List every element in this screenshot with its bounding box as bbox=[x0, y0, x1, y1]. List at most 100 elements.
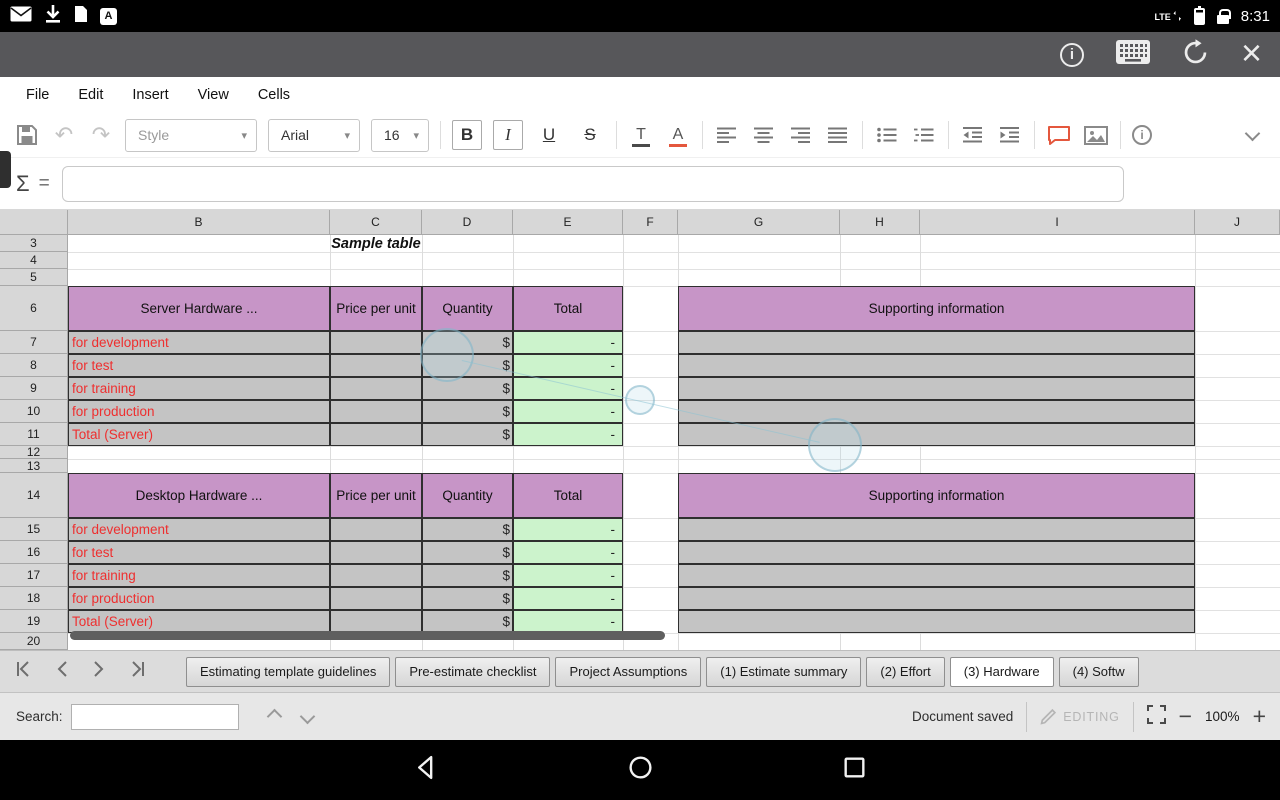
sheet-tab-estimate-summary[interactable]: (1) Estimate summary bbox=[706, 657, 861, 687]
cell-supporting[interactable] bbox=[678, 331, 1195, 354]
undo-button[interactable]: ↶ bbox=[51, 119, 77, 151]
cell-supporting[interactable] bbox=[678, 587, 1195, 610]
row-header-3[interactable]: 3 bbox=[0, 235, 68, 252]
cell-quantity-header[interactable]: Quantity bbox=[422, 473, 513, 518]
editing-mode-indicator[interactable]: EDITING bbox=[1040, 708, 1119, 725]
row-header-15[interactable]: 15 bbox=[0, 518, 68, 541]
menu-view[interactable]: View bbox=[198, 87, 229, 103]
cell-total[interactable]: - bbox=[513, 423, 623, 446]
cell-price[interactable] bbox=[330, 354, 422, 377]
row-header-9[interactable]: 9 bbox=[0, 377, 68, 400]
align-left-icon[interactable] bbox=[714, 119, 740, 151]
row-header-8[interactable]: 8 bbox=[0, 354, 68, 377]
column-header-C[interactable]: C bbox=[330, 210, 422, 235]
row-header-7[interactable]: 7 bbox=[0, 331, 68, 354]
cell-quantity[interactable]: $ bbox=[422, 518, 513, 541]
row-header-11[interactable]: 11 bbox=[0, 423, 68, 446]
cell-price[interactable] bbox=[330, 423, 422, 446]
bold-button[interactable]: B bbox=[452, 120, 482, 150]
toolbar-expand-button[interactable] bbox=[1247, 126, 1258, 144]
cell-row-label[interactable]: for test bbox=[68, 354, 330, 377]
back-button[interactable] bbox=[413, 754, 440, 786]
sheet-tab-assumptions[interactable]: Project Assumptions bbox=[555, 657, 701, 687]
formula-input[interactable] bbox=[62, 166, 1124, 202]
cell-price-per-unit-header[interactable]: Price per unit bbox=[330, 473, 422, 518]
cell-price[interactable] bbox=[330, 377, 422, 400]
cell-row-label[interactable]: for development bbox=[68, 518, 330, 541]
cell-supporting[interactable] bbox=[678, 564, 1195, 587]
align-right-icon[interactable] bbox=[788, 119, 814, 151]
cell-supporting[interactable] bbox=[678, 400, 1195, 423]
align-justify-icon[interactable] bbox=[825, 119, 851, 151]
row-header-14[interactable]: 14 bbox=[0, 473, 68, 518]
redo-button[interactable]: ↷ bbox=[88, 119, 114, 151]
column-header-D[interactable]: D bbox=[422, 210, 513, 235]
cell-price[interactable] bbox=[330, 518, 422, 541]
cell-price[interactable] bbox=[330, 564, 422, 587]
grid-corner-cell[interactable] bbox=[0, 210, 68, 235]
cell-row-label[interactable]: Total (Server) bbox=[68, 423, 330, 446]
horizontal-scrollbar[interactable] bbox=[70, 631, 665, 640]
cell-supporting[interactable] bbox=[678, 541, 1195, 564]
column-header-I[interactable]: I bbox=[920, 210, 1195, 235]
sigma-icon[interactable]: Σ bbox=[16, 171, 30, 197]
cell-sample-table-title[interactable]: Sample table bbox=[330, 235, 422, 252]
cell-row-label[interactable]: for test bbox=[68, 541, 330, 564]
sheet-tab-checklist[interactable]: Pre-estimate checklist bbox=[395, 657, 550, 687]
save-button[interactable] bbox=[14, 119, 40, 151]
menu-edit[interactable]: Edit bbox=[78, 87, 103, 103]
info-icon[interactable]: i bbox=[1132, 125, 1152, 145]
row-header-13[interactable]: 13 bbox=[0, 459, 68, 473]
row-header-12[interactable]: 12 bbox=[0, 446, 68, 459]
highlight-color-button[interactable]: A bbox=[665, 121, 691, 149]
cell-quantity[interactable]: $ bbox=[422, 377, 513, 400]
cell-price-per-unit-header[interactable]: Price per unit bbox=[330, 286, 422, 331]
previous-sheet-button[interactable] bbox=[55, 660, 69, 683]
underline-button[interactable]: U bbox=[534, 120, 564, 150]
cell-supporting[interactable] bbox=[678, 610, 1195, 633]
cell-row-label[interactable]: for training bbox=[68, 377, 330, 400]
numbered-list-icon[interactable] bbox=[911, 119, 937, 151]
cell-supporting-info-header[interactable]: Supporting information bbox=[678, 286, 1195, 331]
cell-quantity[interactable]: $ bbox=[422, 423, 513, 446]
cell-server-hardware-header[interactable]: Server Hardware ... bbox=[68, 286, 330, 331]
cell-desktop-hardware-header[interactable]: Desktop Hardware ... bbox=[68, 473, 330, 518]
italic-button[interactable]: I bbox=[493, 120, 523, 150]
column-header-G[interactable]: G bbox=[678, 210, 840, 235]
indent-decrease-icon[interactable] bbox=[960, 119, 986, 151]
cell-quantity-header[interactable]: Quantity bbox=[422, 286, 513, 331]
row-header-19[interactable]: 19 bbox=[0, 610, 68, 633]
row-header-5[interactable]: 5 bbox=[0, 269, 68, 286]
sheet-tab-software[interactable]: (4) Softw bbox=[1059, 657, 1139, 687]
info-button[interactable]: i bbox=[1060, 43, 1084, 67]
font-dropdown[interactable]: Arial▾ bbox=[268, 119, 360, 152]
cell-row-label[interactable]: for training bbox=[68, 564, 330, 587]
bullet-list-icon[interactable] bbox=[874, 119, 900, 151]
cell-price[interactable] bbox=[330, 541, 422, 564]
strikethrough-button[interactable]: S bbox=[575, 120, 605, 150]
cell-supporting-info-header[interactable]: Supporting information bbox=[678, 473, 1195, 518]
row-header-17[interactable]: 17 bbox=[0, 564, 68, 587]
row-header-6[interactable]: 6 bbox=[0, 286, 68, 331]
column-header-J[interactable]: J bbox=[1195, 210, 1280, 235]
recents-button[interactable] bbox=[841, 754, 868, 786]
cell-total[interactable]: - bbox=[513, 541, 623, 564]
cell-total[interactable]: - bbox=[513, 587, 623, 610]
find-next-icon[interactable] bbox=[299, 709, 315, 725]
cell-quantity[interactable]: $ bbox=[422, 400, 513, 423]
find-previous-icon[interactable] bbox=[266, 709, 282, 725]
cell-total[interactable]: - bbox=[513, 354, 623, 377]
side-drawer-handle[interactable] bbox=[0, 151, 11, 188]
row-header-4[interactable]: 4 bbox=[0, 252, 68, 269]
cell-price[interactable] bbox=[330, 400, 422, 423]
cell-price[interactable] bbox=[330, 331, 422, 354]
sheet-tab-guidelines[interactable]: Estimating template guidelines bbox=[186, 657, 390, 687]
first-sheet-button[interactable] bbox=[14, 660, 32, 683]
cell-supporting[interactable] bbox=[678, 377, 1195, 400]
cell-total[interactable]: - bbox=[513, 331, 623, 354]
cell-row-label[interactable]: for production bbox=[68, 400, 330, 423]
search-input[interactable] bbox=[71, 704, 239, 730]
align-center-icon[interactable] bbox=[751, 119, 777, 151]
close-button[interactable]: × bbox=[1241, 35, 1262, 71]
cell-total[interactable]: - bbox=[513, 564, 623, 587]
